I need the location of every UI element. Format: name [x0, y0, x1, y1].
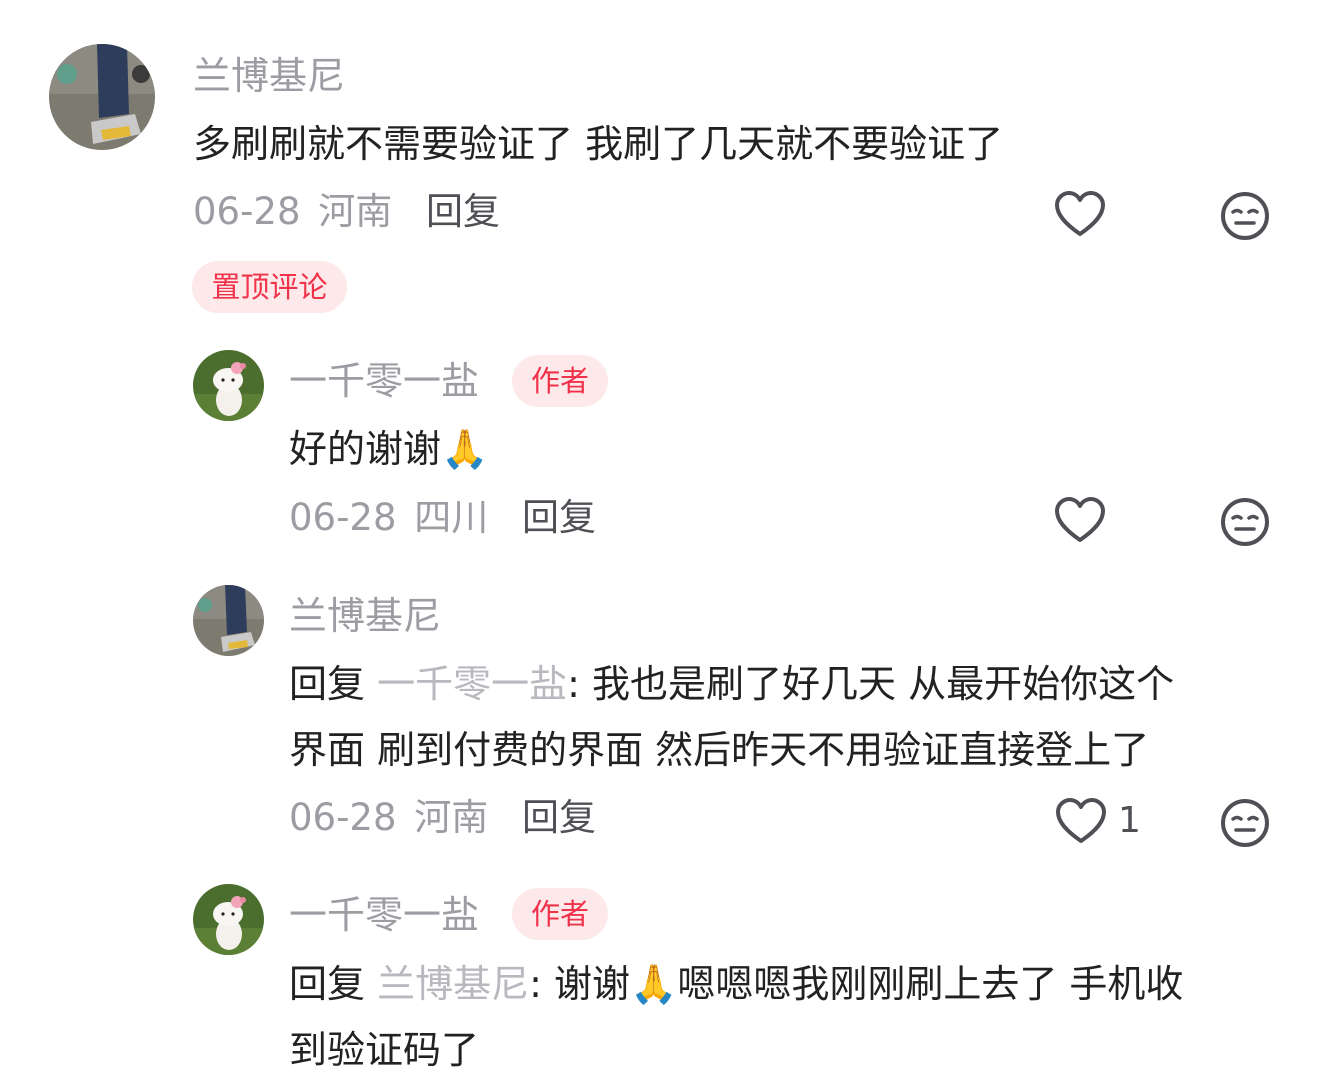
comment-date: 06-28: [289, 796, 397, 839]
comment-text-body: : 谢谢: [529, 962, 631, 1006]
comment-text: 回复 兰博基尼: 谢谢🙏嗯嗯嗯我刚刚刷上去了 手机收: [289, 960, 1183, 1008]
neutral-face-icon: [1221, 799, 1269, 847]
reply-button[interactable]: 回复: [522, 794, 596, 842]
comment-author[interactable]: 一千零一盐: [289, 357, 479, 405]
neutral-face-icon: [1221, 498, 1269, 546]
avatar[interactable]: [193, 585, 264, 656]
comment-author[interactable]: 兰博基尼: [193, 52, 345, 100]
comment-meta: 06-28 河南: [289, 794, 488, 842]
comment-date: 06-28: [193, 190, 301, 233]
avatar[interactable]: [49, 44, 155, 150]
comment-text-line2: 界面 刷到付费的界面 然后昨天不用验证直接登上了: [289, 728, 1150, 772]
like-count: 1: [1118, 800, 1141, 841]
like-button[interactable]: [1054, 189, 1106, 241]
like-button[interactable]: [1055, 796, 1107, 848]
heart-outline-icon: [1055, 191, 1105, 236]
comment-location: 河南: [414, 796, 489, 839]
dislike-button[interactable]: [1219, 190, 1271, 242]
pinned-badge: 置顶评论: [192, 261, 347, 313]
comment-location: 四川: [414, 496, 489, 539]
neutral-face-icon: [1221, 192, 1269, 240]
comment-location: 河南: [318, 190, 393, 233]
heart-outline-icon: [1056, 798, 1106, 843]
reply-prefix: 回复: [289, 962, 366, 1006]
comment-date: 06-28: [289, 496, 397, 539]
avatar[interactable]: [193, 350, 264, 421]
comment-text-body: 好的谢谢: [289, 427, 442, 471]
author-badge: 作者: [512, 888, 608, 940]
reply-prefix: 回复: [289, 662, 366, 706]
folded-hands-emoji: 🙏: [630, 962, 678, 1006]
author-badge: 作者: [512, 355, 608, 407]
like-button[interactable]: [1054, 495, 1106, 547]
comment-meta: 06-28 四川: [289, 494, 488, 542]
comment-author[interactable]: 一千零一盐: [289, 891, 479, 939]
heart-outline-icon: [1055, 497, 1105, 542]
comment-text: 好的谢谢🙏: [289, 425, 488, 473]
comment-text: 回复 一千零一盐: 我也是刷了好几天 从最开始你这个: [289, 660, 1174, 708]
comment-meta: 06-28 河南: [193, 188, 392, 236]
reply-button[interactable]: 回复: [426, 188, 500, 236]
comment-text: 多刷刷就不需要验证了 我刷了几天就不要验证了: [193, 122, 1004, 166]
dislike-button[interactable]: [1219, 797, 1271, 849]
mention-link[interactable]: 兰博基尼: [377, 962, 529, 1006]
comment-text-body: : 我也是刷了好几天 从最开始你这个: [567, 662, 1175, 706]
reply-button[interactable]: 回复: [522, 494, 596, 542]
comment-text-body-cont: 嗯嗯嗯我刚刚刷上去了 手机收: [677, 962, 1184, 1006]
mention-link[interactable]: 一千零一盐: [377, 662, 567, 706]
folded-hands-emoji: 🙏: [441, 427, 489, 471]
avatar[interactable]: [193, 884, 264, 955]
comment-text-line2: 到验证码了: [289, 1028, 480, 1072]
dislike-button[interactable]: [1219, 496, 1271, 548]
comment-author[interactable]: 兰博基尼: [289, 592, 441, 640]
